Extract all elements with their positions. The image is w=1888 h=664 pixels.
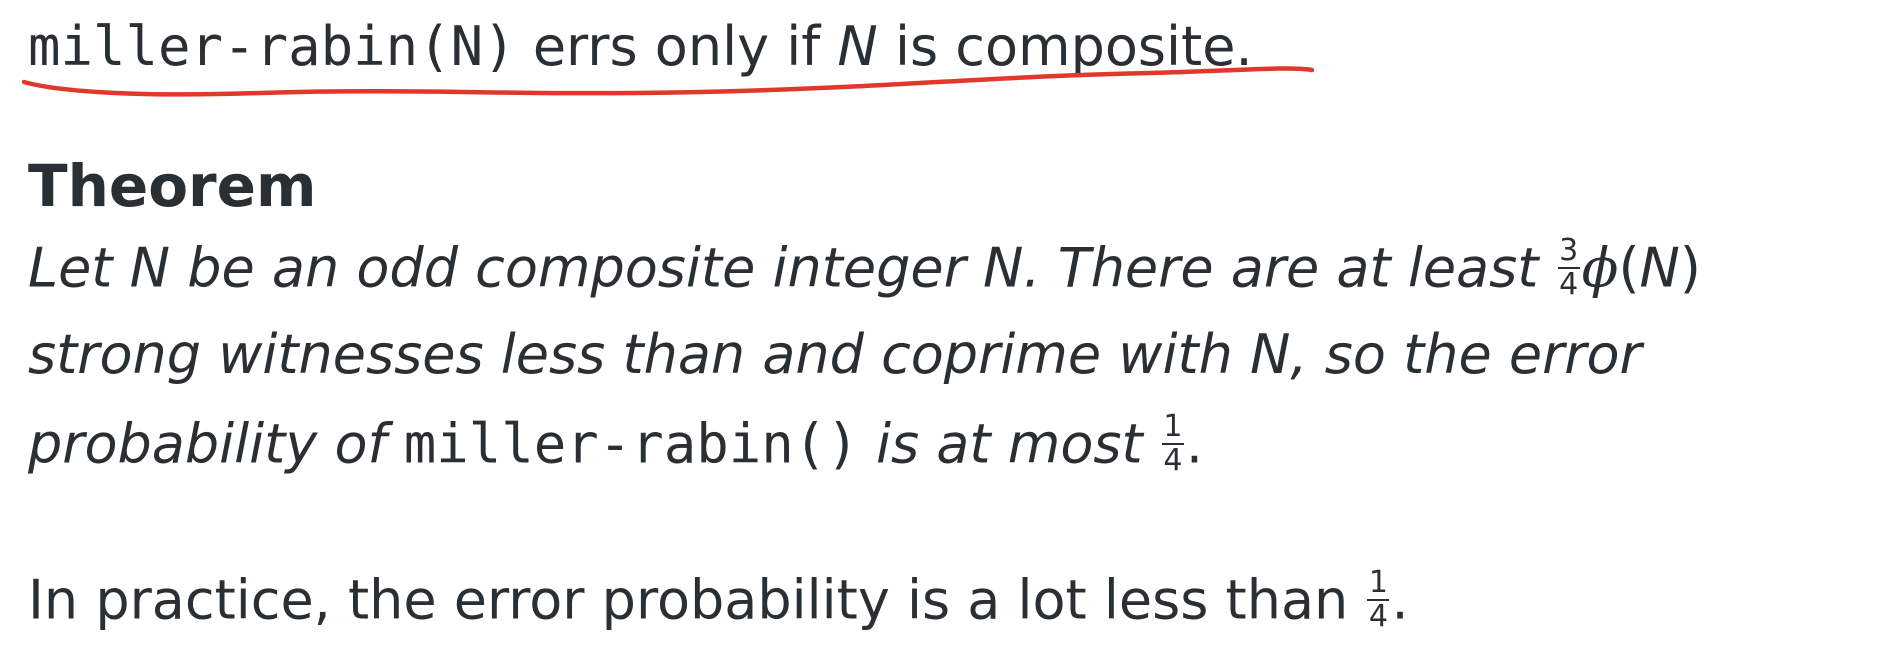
fraction-one-quarter: 14	[1161, 409, 1184, 478]
theorem-l1-var3: N	[1639, 236, 1680, 300]
fraction-three-quarters: 34	[1557, 233, 1580, 302]
theorem-l3-b: is at most	[858, 412, 1160, 476]
practice-end: .	[1391, 568, 1409, 632]
theorem-l1-b: be an odd composite integer	[170, 236, 983, 300]
phi-symbol: ϕ	[1581, 236, 1619, 300]
theorem-line-2: strong witnesses less than and coprime w…	[28, 328, 1642, 382]
fraction-denominator: 4	[1163, 443, 1183, 478]
theorem-l2-b: , so the error	[1290, 323, 1642, 386]
theorem-line-3: probability of miller-rabin() is at most…	[28, 412, 1204, 480]
theorem-l2-a: strong witnesses less than and coprime w…	[28, 323, 1251, 386]
underline-stroke	[21, 66, 1315, 97]
fraction-denominator: 4	[1368, 599, 1388, 634]
theorem-l1-var2: N	[982, 236, 1024, 300]
fraction-one-quarter-practice: 14	[1367, 565, 1390, 634]
fraction-numerator: 1	[1367, 565, 1390, 601]
theorem-line-1: Let N be an odd composite integer N. The…	[28, 236, 1701, 304]
theorem-l3-c: .	[1185, 412, 1204, 476]
theorem-title: Theorem	[28, 152, 317, 220]
fraction-numerator: 1	[1161, 409, 1184, 445]
practice-text: In practice, the error probability is a …	[28, 568, 1366, 632]
theorem-l1-var1: N	[129, 236, 171, 300]
theorem-l1-a: Let	[28, 236, 130, 300]
fraction-denominator: 4	[1559, 267, 1579, 302]
paren-open: (	[1618, 236, 1640, 300]
paren-close: )	[1679, 236, 1701, 300]
theorem-l1-c: . There are at least	[1023, 236, 1556, 300]
theorem-l3-code: miller-rabin()	[403, 412, 859, 476]
theorem-l3-a: probability of	[28, 412, 404, 476]
practice-line: In practice, the error probability is a …	[28, 568, 1409, 636]
slide: miller-rabin(N) errs only if N is compos…	[0, 0, 1888, 664]
fraction-numerator: 3	[1557, 233, 1580, 269]
theorem-l2-var: N	[1250, 323, 1291, 386]
